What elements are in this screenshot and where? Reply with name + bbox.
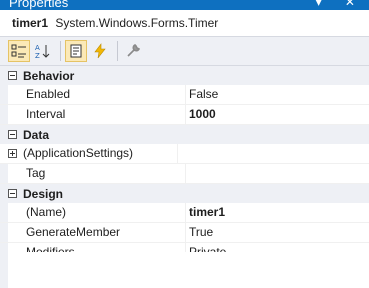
property-value[interactable]: 1000 (186, 105, 216, 124)
svg-text:A: A (35, 44, 40, 52)
events-button[interactable] (89, 40, 111, 62)
collapse-icon[interactable] (8, 130, 17, 139)
property-name: (Name) (8, 203, 186, 222)
expand-icon[interactable] (8, 149, 17, 158)
object-type: System.Windows.Forms.Timer (55, 16, 219, 30)
category-design[interactable]: Design (0, 184, 369, 203)
property-row-generatemember[interactable]: GenerateMember True (0, 223, 369, 243)
collapse-icon[interactable] (8, 189, 17, 198)
property-name-text: (ApplicationSettings) (23, 146, 134, 160)
property-row-tag[interactable]: Tag (0, 164, 369, 184)
property-pages-button[interactable] (122, 40, 144, 62)
categorized-icon (11, 44, 26, 58)
property-row-interval[interactable]: Interval 1000 (0, 105, 369, 125)
property-pages-icon (127, 44, 141, 57)
category-label: Behavior (23, 68, 75, 83)
alphabetical-button[interactable]: A Z (32, 40, 54, 62)
property-name: GenerateMember (8, 223, 186, 242)
toolbar-separator (117, 41, 118, 61)
property-value[interactable] (186, 164, 189, 183)
events-icon (94, 43, 106, 59)
property-value[interactable] (178, 144, 181, 163)
category-label: Design (23, 186, 64, 201)
properties-title-bar: Properties ▾ ✕ (0, 0, 369, 10)
property-value[interactable]: True (186, 223, 213, 242)
property-value[interactable]: timer1 (186, 203, 225, 222)
toolbar-separator (60, 41, 61, 61)
properties-toolbar: A Z (0, 36, 369, 66)
property-row-applicationsettings[interactable]: (ApplicationSettings) (0, 144, 369, 164)
property-grid: Behavior Enabled False Interval 1000 Dat… (0, 66, 369, 263)
property-name: Tag (8, 164, 186, 183)
grid-empty-area (0, 252, 369, 288)
collapse-icon[interactable] (8, 71, 17, 80)
property-name: (ApplicationSettings) (0, 144, 178, 163)
object-name: timer1 (12, 16, 49, 30)
properties-button[interactable] (65, 40, 87, 62)
alphabetical-icon: A Z (35, 44, 50, 59)
properties-icon (70, 44, 82, 58)
property-name: Enabled (8, 85, 186, 104)
category-behavior[interactable]: Behavior (0, 66, 369, 85)
svg-text:Z: Z (35, 52, 40, 59)
property-name: Interval (8, 105, 186, 124)
categorized-button[interactable] (8, 40, 30, 62)
property-row-enabled[interactable]: Enabled False (0, 85, 369, 105)
property-row-name[interactable]: (Name) timer1 (0, 203, 369, 223)
category-data[interactable]: Data (0, 125, 369, 144)
property-value[interactable]: False (186, 85, 218, 104)
window-controls[interactable]: ▾ ✕ (316, 0, 365, 10)
category-label: Data (23, 127, 50, 142)
object-selector[interactable]: timer1 System.Windows.Forms.Timer (0, 10, 369, 36)
window-title: Properties (9, 0, 69, 10)
